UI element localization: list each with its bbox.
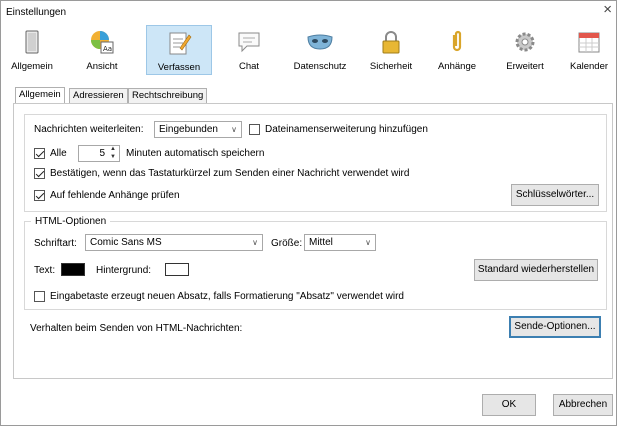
- restore-defaults-button[interactable]: Standard wiederherstellen: [474, 259, 598, 281]
- category-label: Anhänge: [437, 61, 477, 72]
- forward-label: Nachrichten weiterleiten:: [34, 124, 144, 135]
- category-datenschutz[interactable]: Datenschutz: [283, 25, 357, 75]
- bg-color-swatch[interactable]: [165, 263, 189, 276]
- attachment-check-label: Auf fehlende Anhänge prüfen: [50, 190, 180, 201]
- compose-icon: [169, 32, 192, 55]
- switch-icon: [25, 30, 39, 54]
- category-sicherheit[interactable]: Sicherheit: [361, 25, 421, 75]
- size-label: Größe:: [271, 238, 303, 249]
- palette-icon: Aa: [91, 31, 114, 54]
- size-select-value: Mittel: [309, 237, 333, 248]
- gear-icon: [515, 32, 535, 52]
- text-color-swatch[interactable]: [61, 263, 85, 276]
- paperclip-icon: [452, 30, 462, 52]
- category-verfassen[interactable]: Verfassen: [146, 25, 212, 75]
- category-toolbar: Allgemein Aa Ansicht Verfassen Chat Date…: [3, 25, 616, 77]
- add-extension-label: Dateinamenserweiterung hinzufügen: [265, 124, 428, 135]
- close-icon[interactable]: ×: [603, 2, 612, 17]
- forward-select-value: Eingebunden: [159, 124, 218, 135]
- stepper-down-icon[interactable]: ▼: [108, 154, 118, 161]
- autosave-minutes-stepper[interactable]: 5 ▲ ▼: [78, 145, 120, 162]
- mask-icon: [307, 34, 333, 50]
- category-anhaenge[interactable]: Anhänge: [429, 25, 485, 75]
- category-label: Verfassen: [157, 62, 201, 73]
- html-options-title: HTML-Optionen: [31, 216, 111, 227]
- preferences-window: Einstellungen × Allgemein Aa Ansicht Ver…: [0, 0, 617, 426]
- window-title: Einstellungen: [6, 7, 67, 18]
- category-label: Allgemein: [11, 61, 53, 72]
- category-label: Chat: [238, 61, 260, 72]
- font-label: Schriftart:: [34, 238, 77, 249]
- tab-adressieren[interactable]: Adressieren: [69, 88, 128, 103]
- autosave-checkbox[interactable]: [34, 148, 45, 159]
- cancel-button[interactable]: Abbrechen: [553, 394, 613, 416]
- send-options-button[interactable]: Sende-Optionen...: [509, 316, 601, 338]
- category-label: Datenschutz: [293, 61, 347, 72]
- autosave-minutes-value: 5: [99, 148, 105, 159]
- category-label: Kalender: [569, 61, 609, 72]
- keywords-button[interactable]: Schlüsselwörter...: [511, 184, 599, 206]
- forward-select[interactable]: Eingebunden ∨: [154, 121, 242, 138]
- text-color-label: Text:: [34, 265, 56, 276]
- category-kalender[interactable]: Kalender: [563, 25, 615, 75]
- attachment-check-checkbox[interactable]: [34, 190, 45, 201]
- chevron-down-icon: ∨: [365, 238, 371, 247]
- category-ansicht[interactable]: Aa Ansicht: [75, 25, 129, 75]
- enter-paragraph-checkbox[interactable]: [34, 291, 45, 302]
- ok-button[interactable]: OK: [482, 394, 536, 416]
- font-select[interactable]: Comic Sans MS ∨: [85, 234, 263, 251]
- svg-text:Aa: Aa: [103, 45, 112, 53]
- stepper-up-icon[interactable]: ▲: [108, 146, 118, 153]
- category-label: Sicherheit: [369, 61, 413, 72]
- confirm-shortcut-checkbox[interactable]: [34, 168, 45, 179]
- autosave-label: Alle: [50, 148, 67, 159]
- confirm-shortcut-label: Bestätigen, wenn das Tastaturkürzel zum …: [50, 168, 410, 179]
- padlock-icon: [382, 31, 400, 54]
- category-label: Erweitert: [506, 61, 544, 72]
- chevron-down-icon: ∨: [231, 125, 237, 134]
- category-chat[interactable]: Chat: [225, 25, 273, 75]
- category-erweitert[interactable]: Erweitert: [497, 25, 553, 75]
- category-label: Ansicht: [86, 61, 118, 72]
- category-allgemein[interactable]: Allgemein: [7, 25, 57, 75]
- chat-bubble-icon: [238, 32, 260, 53]
- tab-rechtschreibung[interactable]: Rechtschreibung: [128, 88, 208, 103]
- bg-color-label: Hintergrund:: [96, 265, 152, 276]
- size-select[interactable]: Mittel ∨: [304, 234, 376, 251]
- calendar-icon: [578, 32, 600, 53]
- autosave-suffix-label: Minuten automatisch speichern: [126, 148, 265, 159]
- font-select-value: Comic Sans MS: [90, 237, 162, 248]
- add-extension-checkbox[interactable]: [249, 124, 260, 135]
- enter-paragraph-label: Eingabetaste erzeugt neuen Absatz, falls…: [50, 291, 404, 302]
- tab-allgemein[interactable]: Allgemein: [15, 87, 65, 104]
- send-behavior-label: Verhalten beim Senden von HTML-Nachricht…: [30, 323, 243, 334]
- chevron-down-icon: ∨: [252, 238, 258, 247]
